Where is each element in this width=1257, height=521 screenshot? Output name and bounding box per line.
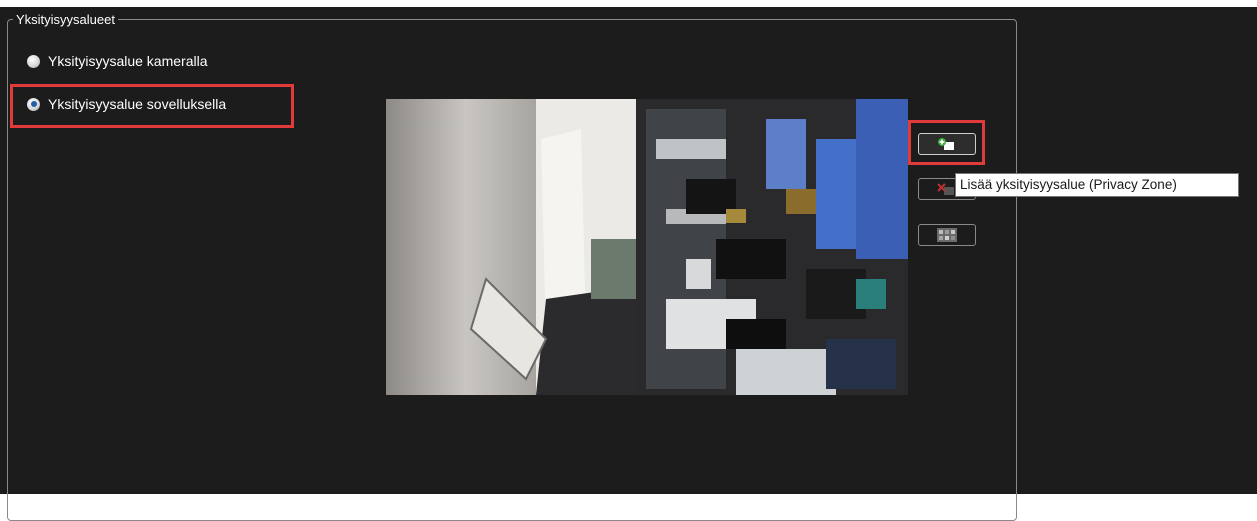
camera-preview[interactable]: [386, 99, 908, 395]
camera-privacy-zone-label: Yksityisyysalue kameralla: [48, 53, 208, 69]
add-privacy-zone-tooltip: Lisää yksityisyysalue (Privacy Zone): [955, 173, 1239, 197]
application-privacy-zone-option[interactable]: Yksityisyysalue sovelluksella: [27, 96, 226, 112]
camera-preview-image: [386, 99, 908, 395]
mosaic-pattern-icon: [937, 228, 957, 242]
add-privacy-zone-icon: [938, 138, 954, 150]
camera-privacy-zone-option[interactable]: Yksityisyysalue kameralla: [27, 53, 208, 69]
radio-button-selected[interactable]: [27, 97, 40, 111]
radio-button[interactable]: [27, 54, 40, 68]
application-privacy-zone-label: Yksityisyysalue sovelluksella: [48, 96, 227, 112]
mosaic-pattern-button[interactable]: [918, 224, 976, 246]
add-privacy-zone-button[interactable]: [918, 133, 976, 155]
groupbox-title: Yksityisyysalueet: [13, 13, 118, 27]
